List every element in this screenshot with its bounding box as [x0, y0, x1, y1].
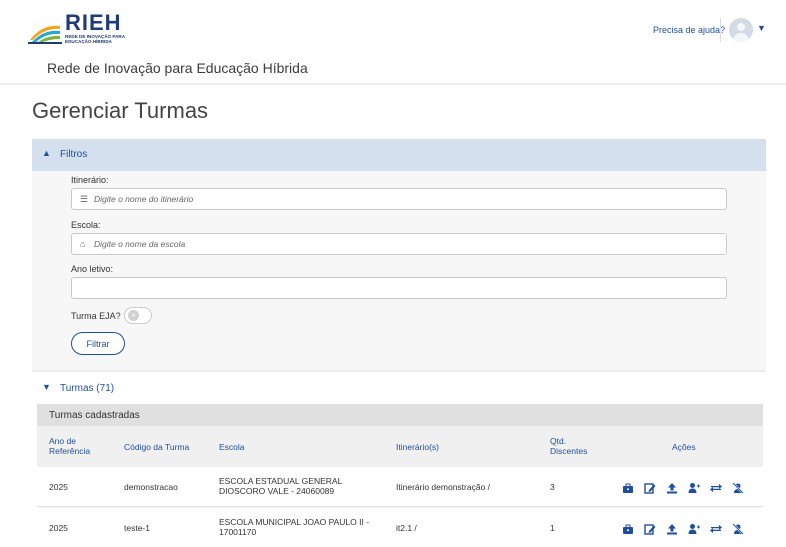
logo-text: RIEH [65, 10, 122, 35]
add-user-icon[interactable] [688, 482, 700, 494]
turma-eja-label: Turma EJA? [71, 311, 121, 321]
row-actions [622, 482, 752, 494]
edit-icon[interactable] [644, 523, 656, 535]
itinerario-field[interactable]: ☰ [71, 188, 727, 210]
remove-user-icon[interactable] [732, 482, 744, 494]
cell-codigo: demonstracao [124, 482, 178, 492]
chevron-down-icon: ▼ [42, 382, 51, 392]
logo-subtitle: REDE DE INOVAÇÃO PARA EDUCAÇÃO HÍBRIDA [65, 34, 125, 44]
avatar-head-icon [737, 23, 745, 31]
escola-field[interactable]: ⌂ [71, 233, 727, 255]
turmas-toggle[interactable]: ▼ Turmas (71) [32, 376, 766, 398]
school-icon: ⌂ [80, 239, 86, 249]
filters-toggle[interactable]: ▲ Filtros [32, 139, 766, 171]
ano-letivo-label: Ano letivo: [71, 264, 114, 274]
swap-icon[interactable] [710, 482, 722, 494]
cell-qtd: 1 [550, 523, 555, 533]
app-header: RIEH REDE DE INOVAÇÃO PARA EDUCAÇÃO HÍBR… [0, 0, 786, 85]
col-qtd[interactable]: Qtd. Discentes [550, 436, 590, 456]
col-acoes: Ações [672, 442, 696, 452]
header-divider [720, 18, 721, 42]
ano-letivo-field[interactable] [71, 277, 727, 299]
itinerario-label: Itinerário: [71, 175, 109, 185]
upload-icon[interactable] [666, 482, 678, 494]
chevron-up-icon: ▲ [42, 148, 51, 158]
close-icon: × [128, 310, 139, 321]
remove-user-icon[interactable] [732, 523, 744, 535]
avatar-body-icon [733, 33, 749, 42]
cell-itinerario: Itinerário demonstração / [396, 482, 491, 492]
table-title-bar: Turmas cadastradas [37, 404, 763, 426]
row-actions [622, 523, 752, 535]
briefcase-icon[interactable] [622, 482, 634, 494]
turma-eja-toggle[interactable]: × [124, 307, 152, 324]
chevron-down-icon[interactable]: ▼ [757, 23, 766, 33]
site-name: Rede de Inovação para Educação Híbrida [47, 60, 308, 76]
turmas-label: Turmas (71) [60, 383, 115, 394]
escola-label: Escola: [71, 220, 101, 230]
table-row: 2025 teste-1 ESCOLA MUNICIPAL JOAO PAULO… [37, 508, 763, 547]
col-itinerario[interactable]: Itinerário(s) [396, 442, 439, 452]
briefcase-icon[interactable] [622, 523, 634, 535]
col-ano[interactable]: Ano de Referência [49, 436, 99, 456]
edit-icon[interactable] [644, 482, 656, 494]
swap-icon[interactable] [710, 523, 722, 535]
filters-label: Filtros [60, 149, 88, 160]
table-title: Turmas cadastradas [49, 410, 140, 421]
filtrar-button[interactable]: Filtrar [71, 332, 125, 355]
rieh-logo[interactable]: RIEH REDE DE INOVAÇÃO PARA EDUCAÇÃO HÍBR… [28, 12, 138, 46]
cell-escola: ESCOLA ESTADUAL GENERAL DIOSCORO VALE - … [219, 476, 342, 496]
cell-qtd: 3 [550, 482, 555, 492]
cell-ano: 2025 [49, 523, 68, 533]
col-codigo[interactable]: Código da Turma [124, 442, 189, 452]
escola-input[interactable] [94, 237, 714, 251]
cell-escola: ESCOLA MUNICIPAL JOAO PAULO II - 1700117… [219, 517, 370, 537]
cell-itinerario: it2.1 / [396, 523, 417, 533]
itinerario-input[interactable] [94, 192, 714, 206]
table-row: 2025 demonstracao ESCOLA ESTADUAL GENERA… [37, 467, 763, 507]
user-avatar[interactable] [729, 18, 753, 42]
help-link[interactable]: Precisa de ajuda? [653, 25, 725, 35]
list-icon: ☰ [80, 194, 89, 204]
upload-icon[interactable] [666, 523, 678, 535]
ano-letivo-input[interactable] [80, 281, 700, 295]
col-escola[interactable]: Escola [219, 442, 245, 452]
add-user-icon[interactable] [688, 523, 700, 535]
cell-codigo: teste-1 [124, 523, 150, 533]
filters-panel: Itinerário: ☰ Escola: ⌂ Ano letivo: Turm… [32, 171, 766, 372]
logo-mark-icon [28, 25, 62, 44]
cell-ano: 2025 [49, 482, 68, 492]
page-title: Gerenciar Turmas [32, 98, 209, 123]
turmas-table: Turmas cadastradas Ano de Referência Cód… [37, 404, 763, 547]
